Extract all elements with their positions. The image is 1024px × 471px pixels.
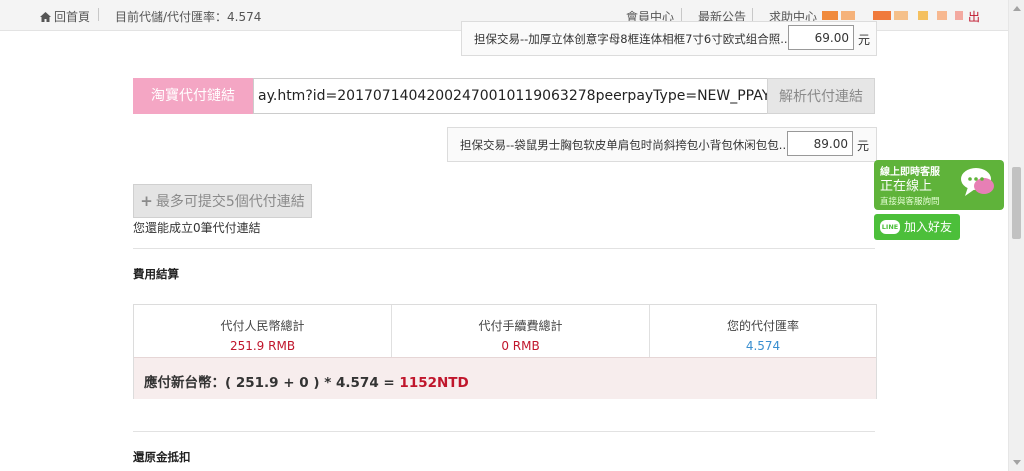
divider: [681, 8, 682, 21]
remaining-links-hint: 您還能成立0筆代付連結: [133, 221, 261, 235]
fee-cell-value: 0 RMB: [501, 339, 540, 353]
order-item-description: 担保交易--袋鼠男士胸包软皮单肩包时尚斜挎包小背包休闲包包...金額：: [460, 138, 825, 152]
fee-cell-label: 代付人民幣總計: [220, 319, 305, 333]
redacted-block: [937, 11, 947, 20]
redacted-block: [822, 11, 838, 20]
payment-link-input[interactable]: ay.htm?id=20170714042002470010119063278p…: [253, 78, 773, 114]
vertical-scrollbar[interactable]: [1008, 0, 1024, 471]
line-add-friend-button[interactable]: LINE 加入好友: [874, 214, 960, 240]
live-chat-status: 正在線上: [880, 179, 933, 194]
scroll-up-icon[interactable]: [1013, 6, 1021, 11]
redacted-block: [894, 11, 908, 20]
live-chat-subtitle: 直接與客服詢問: [880, 197, 940, 207]
divider: [133, 248, 875, 249]
parse-link-button[interactable]: 解析代付連結: [767, 78, 875, 114]
plus-icon: +: [140, 192, 153, 210]
scrollbar-thumb[interactable]: [1012, 167, 1021, 239]
add-link-label: 最多可提交5個代付連結: [155, 194, 305, 210]
order-item-row: 担保交易--袋鼠男士胸包软皮单肩包时尚斜挎包小背包休闲包包...金額： 89.0…: [447, 127, 877, 162]
chat-bubble-icon: [961, 168, 994, 196]
fee-total-text: 應付新台幣：( 251.9 + 0 ) * 4.574 = 1152NTD: [144, 371, 469, 391]
fee-cell-label: 代付手續費總計: [478, 319, 563, 333]
currency-unit: 元: [857, 139, 870, 153]
divider: [133, 431, 875, 432]
fee-cell-fee-total: 代付手續費總計 0 RMB: [392, 305, 650, 357]
currency-unit: 元: [858, 33, 871, 47]
redacted-block: [873, 11, 891, 20]
payment-link-row: 淘寶代付鏈結 ay.htm?id=20170714042002470010119…: [133, 78, 875, 114]
line-button-label: 加入好友: [904, 220, 953, 234]
exchange-rate-text: 目前代儲/代付匯率：4.574: [115, 10, 262, 24]
redacted-block: [841, 11, 855, 20]
fee-summary-table: 代付人民幣總計 251.9 RMB 代付手續費總計 0 RMB 您的代付匯率 4…: [133, 304, 877, 399]
taobao-link-label: 淘寶代付鏈結: [133, 78, 253, 114]
home-link-label: 回首頁: [54, 10, 91, 24]
line-logo-icon: LINE: [880, 220, 900, 234]
divider: [752, 8, 753, 21]
fee-cell-rmb-total: 代付人民幣總計 251.9 RMB: [134, 305, 392, 357]
fee-section-title: 費用結算: [133, 267, 179, 281]
fee-cell-value: 4.574: [745, 339, 781, 353]
home-link[interactable]: 回首頁: [40, 8, 90, 25]
fee-cell-label: 您的代付匯率: [726, 319, 799, 333]
amount-field[interactable]: 89.00: [787, 131, 853, 156]
refund-section-title: 還原金抵扣: [133, 450, 191, 464]
fee-total-formula: 應付新台幣：( 251.9 + 0 ) * 4.574 =: [144, 375, 400, 391]
fee-cell-rate: 您的代付匯率 4.574: [650, 305, 876, 357]
home-icon: [40, 12, 51, 22]
order-item-description: 担保交易--加厚立体创意字母8框连体相框7寸6寸欧式组合照...金額：: [474, 32, 826, 46]
fee-cell-value: 251.9 RMB: [229, 339, 296, 353]
fee-total-ntd: 1152NTD: [399, 375, 469, 391]
divider: [98, 8, 99, 21]
scroll-down-icon[interactable]: [1013, 460, 1021, 465]
order-item-row: 担保交易--加厚立体创意字母8框连体相框7寸6寸欧式组合照...金額： 69.0…: [461, 21, 877, 56]
redacted-block: [955, 11, 963, 20]
add-link-button[interactable]: + 最多可提交5個代付連結: [133, 184, 312, 218]
live-chat-widget[interactable]: 線上即時客服 正在線上 直接與客服詢問: [874, 160, 1004, 210]
fee-total-row: 應付新台幣：( 251.9 + 0 ) * 4.574 = 1152NTD: [134, 357, 876, 399]
redacted-block: [918, 11, 928, 20]
logout-link[interactable]: 出: [968, 8, 980, 25]
amount-field[interactable]: 69.00: [788, 25, 854, 50]
